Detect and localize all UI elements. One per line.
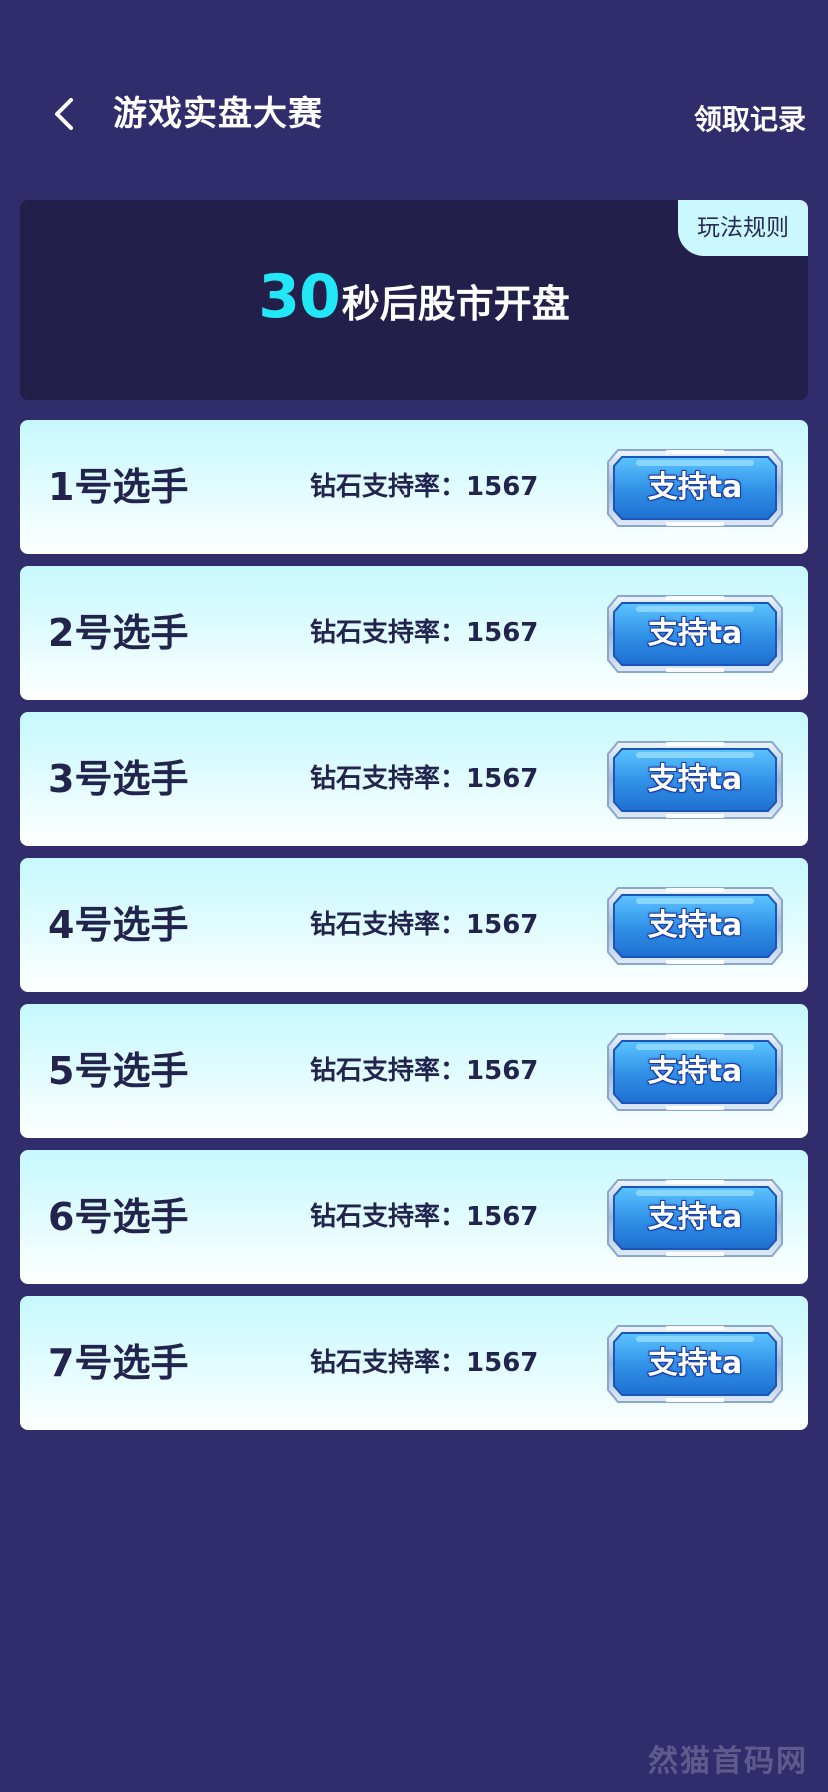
player-name: 7号选手 (48, 1341, 189, 1385)
page: 游戏实盘大赛 领取记录 玩法规则 30 秒后股市开盘 1号选手 钻石支持率：15… (0, 0, 828, 1792)
chevron-left-icon (55, 98, 73, 130)
records-link[interactable]: 领取记录 (694, 96, 806, 144)
page-title: 游戏实盘大赛 (113, 94, 323, 134)
support-rate-label: 钻石支持率： (310, 472, 467, 502)
support-rate: 钻石支持率：1567 (310, 712, 538, 846)
support-button-label[interactable]: 支持ta (606, 594, 784, 674)
support-button[interactable]: 支持ta (606, 448, 784, 528)
support-button-label[interactable]: 支持ta (606, 886, 784, 966)
support-rate-value: 1567 (466, 1056, 539, 1086)
support-rate-value: 1567 (466, 472, 539, 502)
support-button-label[interactable]: 支持ta (606, 1032, 784, 1112)
support-button[interactable]: 支持ta (606, 1032, 784, 1112)
support-rate: 钻石支持率：1567 (310, 566, 538, 700)
support-rate: 钻石支持率：1567 (310, 1150, 538, 1284)
support-button-label[interactable]: 支持ta (606, 448, 784, 528)
support-rate-label: 钻石支持率： (310, 1056, 467, 1086)
support-rate-label: 钻石支持率： (310, 1202, 467, 1232)
player-list: 1号选手 钻石支持率：1567 支持ta 2号选手 钻石支持率：1567 支持t… (20, 420, 808, 1442)
player-name: 6号选手 (48, 1195, 189, 1239)
support-rate-value: 1567 (466, 618, 539, 648)
player-card-1: 1号选手 钻石支持率：1567 支持ta (20, 420, 808, 554)
support-button-label[interactable]: 支持ta (606, 740, 784, 820)
player-card-3: 3号选手 钻石支持率：1567 支持ta (20, 712, 808, 846)
support-rate-label: 钻石支持率： (310, 1348, 467, 1378)
countdown: 30 秒后股市开盘 (20, 262, 808, 342)
player-card-6: 6号选手 钻石支持率：1567 支持ta (20, 1150, 808, 1284)
support-rate-value: 1567 (466, 1348, 539, 1378)
support-button[interactable]: 支持ta (606, 594, 784, 674)
support-rate-label: 钻石支持率： (310, 618, 467, 648)
player-name: 2号选手 (48, 611, 189, 655)
player-card-7: 7号选手 钻石支持率：1567 支持ta (20, 1296, 808, 1430)
support-rate: 钻石支持率：1567 (310, 1296, 538, 1430)
player-name: 4号选手 (48, 903, 189, 947)
countdown-value: 30 (258, 262, 340, 332)
support-rate: 钻石支持率：1567 (310, 420, 538, 554)
player-card-4: 4号选手 钻石支持率：1567 支持ta (20, 858, 808, 992)
player-card-5: 5号选手 钻石支持率：1567 支持ta (20, 1004, 808, 1138)
player-name: 1号选手 (48, 465, 189, 509)
player-name: 5号选手 (48, 1049, 189, 1093)
support-button[interactable]: 支持ta (606, 886, 784, 966)
support-button[interactable]: 支持ta (606, 740, 784, 820)
support-rate: 钻石支持率：1567 (310, 1004, 538, 1138)
support-button[interactable]: 支持ta (606, 1324, 784, 1404)
rules-button[interactable]: 玩法规则 (678, 200, 808, 256)
support-rate-value: 1567 (466, 764, 539, 794)
support-button-label[interactable]: 支持ta (606, 1324, 784, 1404)
countdown-banner: 玩法规则 30 秒后股市开盘 (20, 200, 808, 400)
support-rate-label: 钻石支持率： (310, 910, 467, 940)
back-button[interactable] (40, 90, 88, 138)
support-rate-value: 1567 (466, 910, 539, 940)
support-button-label[interactable]: 支持ta (606, 1178, 784, 1258)
player-name: 3号选手 (48, 757, 189, 801)
player-card-2: 2号选手 钻石支持率：1567 支持ta (20, 566, 808, 700)
support-rate-label: 钻石支持率： (310, 764, 467, 794)
countdown-text: 秒后股市开盘 (341, 282, 570, 326)
support-button[interactable]: 支持ta (606, 1178, 784, 1258)
support-rate-value: 1567 (466, 1202, 539, 1232)
support-rate: 钻石支持率：1567 (310, 858, 538, 992)
header: 游戏实盘大赛 领取记录 (0, 0, 828, 200)
watermark: 然猫首码网 (648, 1744, 808, 1779)
